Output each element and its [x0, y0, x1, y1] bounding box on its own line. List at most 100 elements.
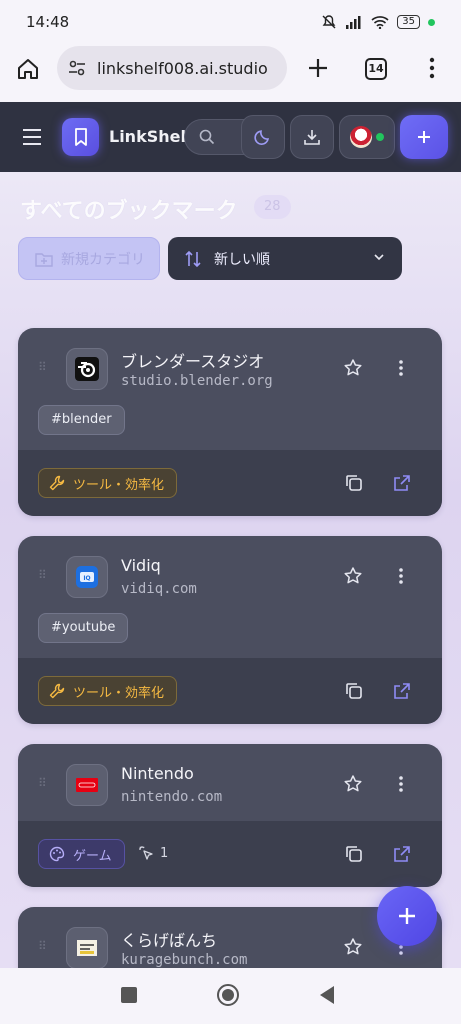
drag-handle-icon[interactable]: ⠿ — [38, 776, 47, 790]
favicon — [66, 927, 108, 968]
mute-icon — [322, 15, 336, 29]
copy-icon[interactable] — [344, 473, 364, 493]
home-icon[interactable] — [16, 57, 40, 81]
sort-label: 新しい順 — [214, 251, 270, 268]
bookmark-card[interactable]: ⠿ ブレンダースタジオ studio.blender.org #blender … — [18, 328, 442, 516]
wrench-icon — [49, 475, 65, 491]
bookmark-title[interactable]: Vidiq — [121, 556, 161, 575]
privacy-dot — [428, 18, 435, 26]
bookmark-title[interactable]: Nintendo — [121, 764, 194, 783]
system-nav-bar — [0, 968, 461, 1024]
click-count-value: 1 — [160, 845, 169, 861]
nintendo-logo-icon — [76, 778, 98, 792]
wifi-icon — [371, 16, 389, 29]
cursor-click-icon — [139, 846, 153, 860]
star-icon[interactable] — [343, 774, 363, 794]
plus-icon — [418, 131, 430, 143]
card-footer: ツール・効率化 — [18, 658, 442, 724]
category-label: ツール・効率化 — [73, 477, 165, 493]
card-footer: ツール・効率化 — [18, 450, 442, 516]
star-icon[interactable] — [343, 566, 363, 586]
chevron-down-icon — [374, 254, 384, 261]
category-badge[interactable]: ゲーム — [38, 839, 125, 869]
recents-icon[interactable] — [120, 986, 138, 1004]
tag-chip[interactable]: #blender — [38, 405, 125, 435]
avatar — [350, 126, 372, 148]
kuragebunch-logo-icon — [77, 940, 97, 956]
theme-toggle-button[interactable] — [241, 115, 285, 159]
external-link-icon[interactable] — [392, 844, 412, 864]
url-text: linkshelf008.ai.studio — [97, 58, 268, 78]
copy-icon[interactable] — [344, 681, 364, 701]
hamburger-menu-icon[interactable] — [22, 128, 42, 146]
copy-icon[interactable] — [344, 844, 364, 864]
bookmark-domain: vidiq.com — [121, 581, 197, 597]
category-label: ゲーム — [73, 848, 112, 864]
battery-indicator: 35 — [397, 15, 420, 29]
online-status-dot — [376, 133, 384, 141]
more-options-icon[interactable] — [398, 774, 404, 794]
home-nav-icon[interactable] — [216, 983, 240, 1007]
external-link-icon[interactable] — [392, 681, 412, 701]
sort-select[interactable]: 新しい順 — [168, 237, 402, 280]
vidiq-logo-icon: IQ — [76, 566, 98, 588]
tag-chip[interactable]: #youtube — [38, 613, 129, 643]
bookmark-count-badge: 28 — [254, 195, 291, 219]
bookmark-icon — [74, 128, 87, 146]
bookmark-domain: nintendo.com — [121, 789, 223, 805]
card-footer: ゲーム 1 — [18, 821, 442, 887]
folder-plus-icon — [35, 252, 53, 267]
bookmark-card[interactable]: ⠿ IQ Vidiq vidiq.com #youtube ツール・効率化 — [18, 536, 442, 724]
browser-menu-icon[interactable] — [428, 57, 436, 79]
category-label: ツール・効率化 — [73, 685, 165, 701]
app-title: LinkShelf — [109, 127, 193, 146]
signal-icon — [346, 16, 361, 29]
bookmark-title[interactable]: くらげばんち — [121, 927, 217, 951]
external-link-icon[interactable] — [392, 473, 412, 493]
moon-icon — [254, 130, 270, 145]
click-count: 1 — [138, 845, 168, 861]
browser-bar: linkshelf008.ai.studio 14 — [0, 44, 461, 102]
palette-icon — [49, 846, 65, 862]
main-content: すべてのブックマーク 28 新規カテゴリ 新しい順 ⠿ ブレンダースタジオ st… — [0, 172, 461, 968]
star-icon[interactable] — [343, 937, 363, 957]
bookmark-card[interactable]: ⠿ Nintendo nintendo.com ゲーム 1 — [18, 744, 442, 887]
more-options-icon[interactable] — [398, 358, 404, 378]
bookmark-title[interactable]: ブレンダースタジオ — [121, 348, 264, 372]
drag-handle-icon[interactable]: ⠿ — [38, 360, 47, 374]
profile-button[interactable] — [339, 115, 395, 159]
favicon: IQ — [66, 556, 108, 598]
bookmark-domain: kuragebunch.com — [121, 952, 248, 968]
favicon — [66, 764, 108, 806]
import-export-button[interactable] — [290, 115, 334, 159]
new-category-label: 新規カテゴリ — [61, 251, 145, 268]
download-icon — [304, 130, 320, 145]
add-bookmark-fab[interactable] — [377, 886, 437, 946]
sort-icon — [185, 250, 201, 267]
plus-icon — [399, 908, 415, 924]
drag-handle-icon[interactable]: ⠿ — [38, 568, 47, 582]
blender-logo-icon — [75, 357, 99, 381]
tab-count-button[interactable]: 14 — [365, 58, 387, 80]
url-bar[interactable]: linkshelf008.ai.studio — [57, 46, 287, 90]
new-tab-icon[interactable] — [307, 57, 329, 79]
favicon — [66, 348, 108, 390]
back-icon[interactable] — [318, 985, 336, 1005]
star-icon[interactable] — [343, 358, 363, 378]
new-category-button[interactable]: 新規カテゴリ — [18, 237, 160, 280]
status-time: 14:48 — [26, 13, 70, 31]
svg-text:IQ: IQ — [83, 575, 90, 582]
add-bookmark-header-button[interactable] — [400, 115, 448, 159]
status-bar: 14:48 35 — [0, 0, 461, 44]
drag-handle-icon[interactable]: ⠿ — [38, 939, 47, 953]
page-title: すべてのブックマーク — [20, 199, 238, 224]
status-icons: 35 — [321, 14, 435, 30]
bookmark-domain: studio.blender.org — [121, 373, 273, 389]
wrench-icon — [49, 683, 65, 699]
search-icon — [199, 129, 215, 145]
app-logo — [62, 118, 99, 156]
category-badge[interactable]: ツール・効率化 — [38, 676, 178, 706]
site-settings-icon[interactable] — [67, 58, 87, 78]
more-options-icon[interactable] — [398, 566, 404, 586]
category-badge[interactable]: ツール・効率化 — [38, 468, 178, 498]
